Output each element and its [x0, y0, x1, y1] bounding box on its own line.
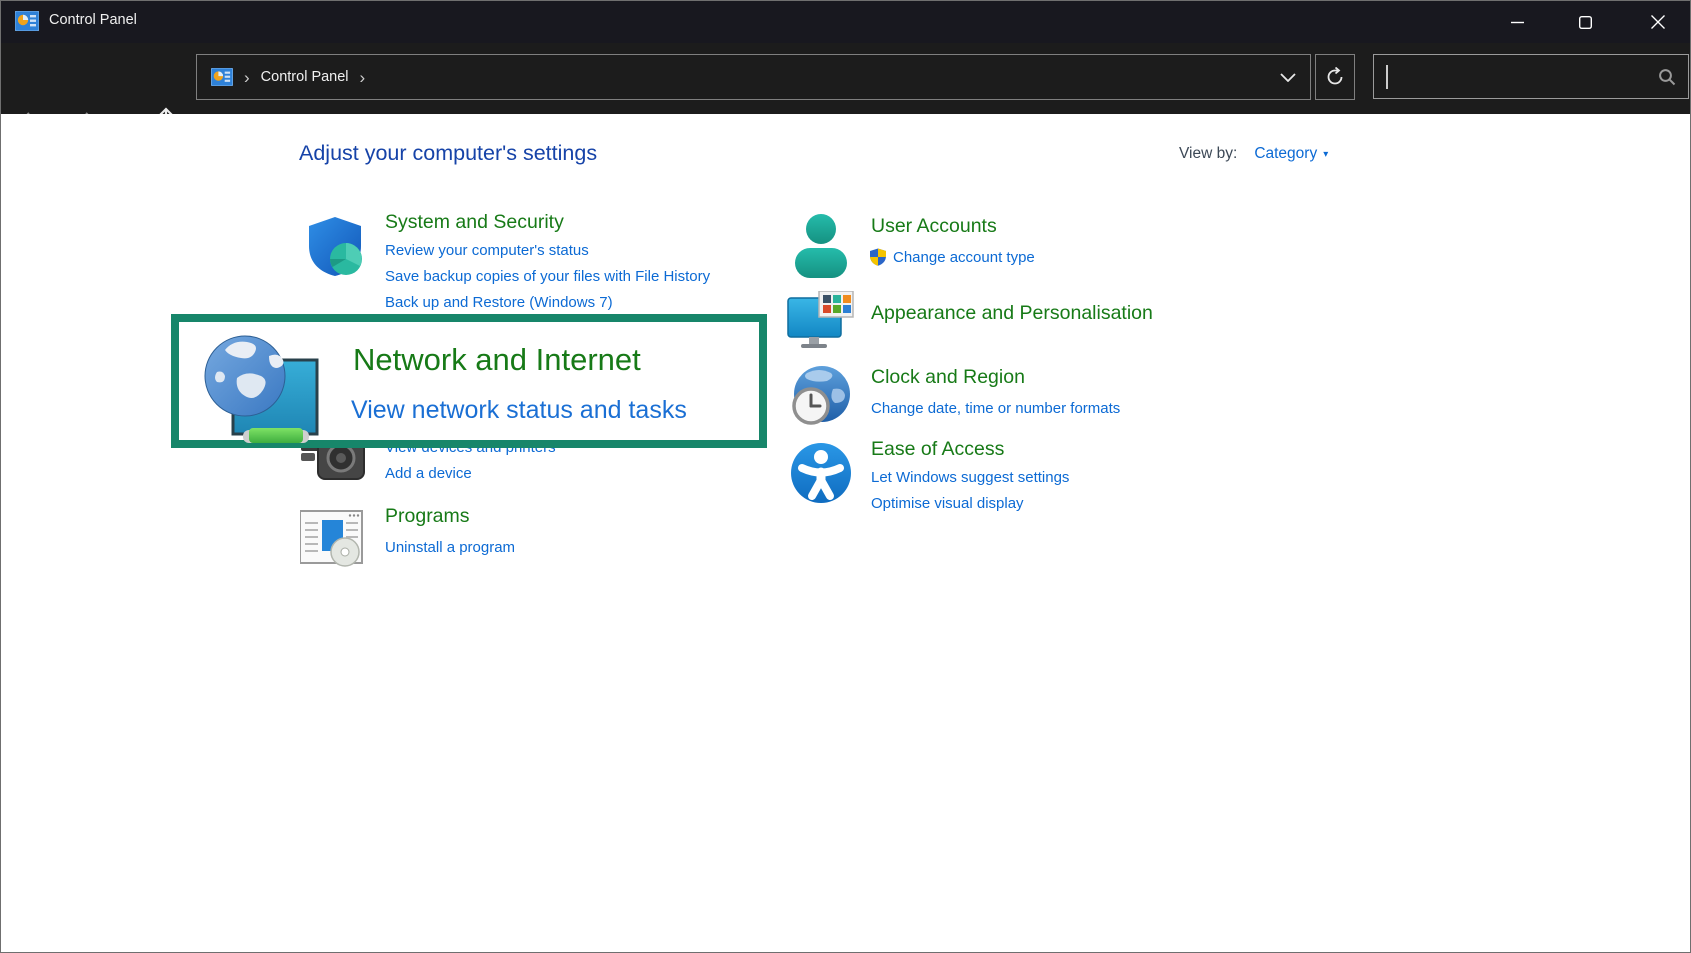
refresh-button[interactable] — [1315, 54, 1355, 100]
category-ease-of-access[interactable]: Ease of Access — [871, 438, 1004, 461]
control-panel-window: Control Panel — [0, 0, 1691, 953]
breadcrumb-chevron-icon: › — [244, 69, 250, 86]
refresh-icon — [1325, 67, 1345, 87]
clock-and-region-icon — [789, 365, 851, 427]
close-button[interactable] — [1625, 1, 1691, 43]
view-by-value: Category — [1254, 145, 1317, 163]
link-view-network-status[interactable]: View network status and tasks — [351, 396, 687, 425]
link-uninstall-a-program[interactable]: Uninstall a program — [385, 539, 515, 556]
text-caret — [1386, 65, 1388, 89]
link-change-account-type-label: Change account type — [893, 249, 1035, 266]
category-appearance-personalisation[interactable]: Appearance and Personalisation — [871, 302, 1153, 325]
view-by-control: View by: Category ▾ — [1179, 145, 1328, 163]
view-by-dropdown[interactable]: Category ▾ — [1254, 145, 1328, 163]
category-user-accounts[interactable]: User Accounts — [871, 215, 997, 238]
maximize-icon — [1579, 16, 1592, 29]
programs-icon — [300, 509, 366, 567]
link-change-account-type[interactable]: Change account type — [869, 248, 1035, 266]
address-dropdown-icon[interactable] — [1280, 73, 1296, 82]
breadcrumb-control-panel[interactable]: Control Panel — [261, 69, 349, 85]
window-title: Control Panel — [49, 12, 137, 28]
minimize-button[interactable] — [1489, 1, 1545, 43]
search-box[interactable] — [1373, 54, 1689, 99]
link-change-date-time-formats[interactable]: Change date, time or number formats — [871, 400, 1120, 417]
search-input[interactable] — [1394, 69, 1659, 85]
content-area: Adjust your computer's settings View by:… — [1, 114, 1690, 953]
link-file-history[interactable]: Save backup copies of your files with Fi… — [385, 268, 710, 285]
close-icon — [1651, 15, 1665, 29]
ease-of-access-icon — [790, 442, 852, 504]
navigation-bar: › Control Panel › — [1, 43, 1690, 114]
search-icon[interactable] — [1658, 68, 1676, 86]
maximize-button[interactable] — [1557, 1, 1613, 43]
category-system-and-security[interactable]: System and Security — [385, 211, 564, 234]
appearance-personalisation-icon — [787, 291, 855, 351]
category-network-and-internet[interactable]: Network and Internet — [353, 342, 641, 378]
system-security-shield-icon — [305, 215, 365, 277]
link-backup-restore[interactable]: Back up and Restore (Windows 7) — [385, 294, 613, 311]
page-title: Adjust your computer's settings — [299, 141, 597, 166]
view-by-label: View by: — [1179, 145, 1237, 163]
minimize-icon — [1511, 16, 1524, 29]
link-windows-suggest-settings[interactable]: Let Windows suggest settings — [871, 469, 1069, 486]
breadcrumb-chevron-icon: › — [360, 69, 366, 86]
titlebar: Control Panel — [1, 1, 1690, 43]
network-and-internet-icon — [203, 332, 319, 444]
user-accounts-icon — [789, 213, 853, 279]
link-review-computer-status[interactable]: Review your computer's status — [385, 242, 589, 259]
category-clock-and-region[interactable]: Clock and Region — [871, 366, 1025, 389]
control-panel-icon — [15, 11, 39, 31]
dropdown-caret-icon: ▾ — [1323, 149, 1328, 160]
highlight-box-network-and-internet: Network and Internet View network status… — [171, 314, 767, 448]
uac-shield-icon — [869, 248, 887, 266]
link-add-a-device[interactable]: Add a device — [385, 465, 472, 482]
breadcrumb-control-panel-icon — [211, 68, 233, 86]
link-optimise-visual-display[interactable]: Optimise visual display — [871, 495, 1024, 512]
category-programs[interactable]: Programs — [385, 505, 470, 528]
address-bar[interactable]: › Control Panel › — [196, 54, 1311, 100]
